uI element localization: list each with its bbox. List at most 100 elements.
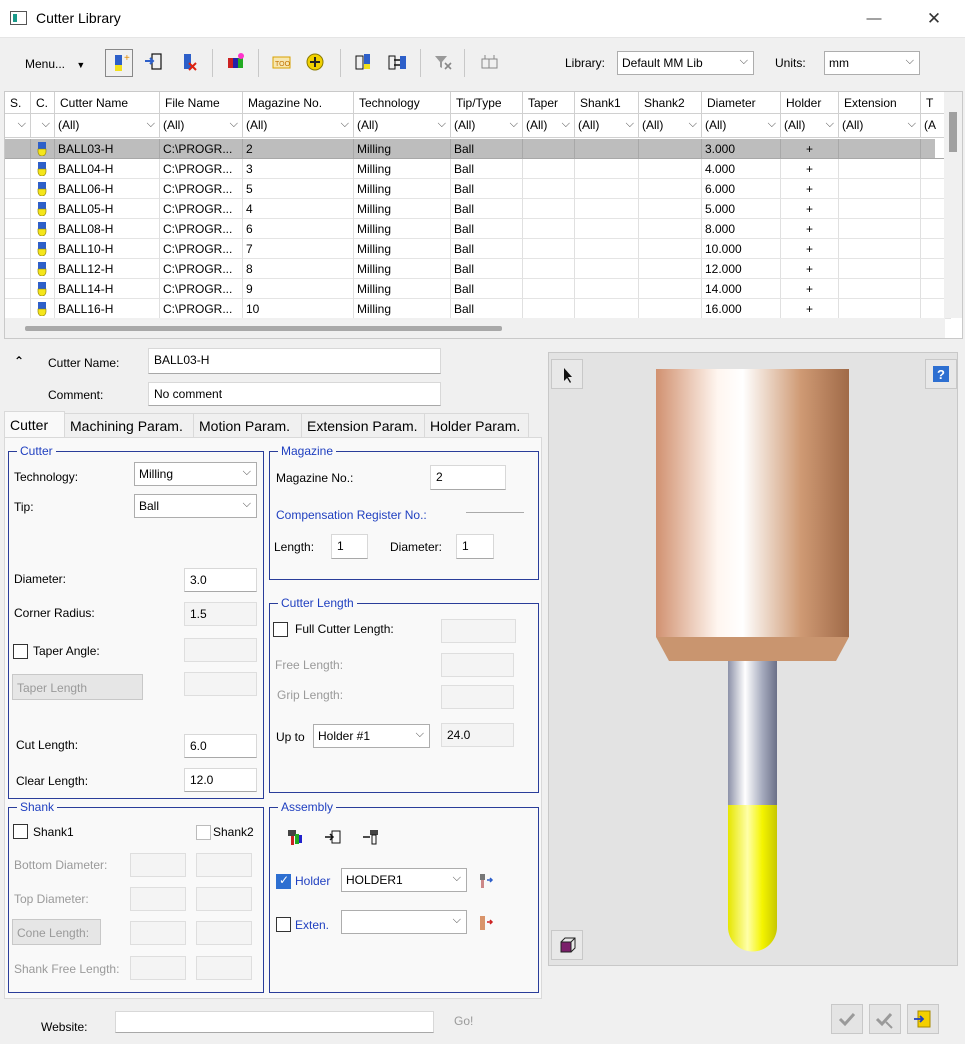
- column-header[interactable]: Magazine No.: [243, 92, 354, 114]
- clear-length-input[interactable]: 12.0: [184, 768, 257, 792]
- assembly-tool-button[interactable]: [284, 826, 306, 848]
- shank-free-length-input-1[interactable]: [130, 956, 186, 980]
- apply-button[interactable]: [869, 1004, 901, 1034]
- free-length-input[interactable]: [441, 653, 514, 677]
- delete-cutter-button[interactable]: [176, 49, 204, 77]
- tab-cutter[interactable]: Cutter: [4, 411, 65, 437]
- table-row[interactable]: BALL12-H C:\PROGR... 8 Milling Ball 12.000 +: [5, 259, 951, 279]
- column-header[interactable]: Tip/Type: [451, 92, 523, 114]
- column-filter[interactable]: (All) ⌵: [243, 114, 354, 138]
- help-button[interactable]: ?: [925, 359, 957, 389]
- tip-select[interactable]: Ball ⌵: [134, 494, 257, 518]
- cutter-name-input[interactable]: BALL03-H: [148, 348, 441, 374]
- extension-select[interactable]: ⌵: [341, 910, 467, 934]
- column-header[interactable]: S.: [5, 92, 31, 114]
- assembly-export-button[interactable]: [360, 826, 382, 848]
- clear-filter-button[interactable]: [430, 49, 458, 77]
- scroll-thumb[interactable]: [949, 112, 957, 152]
- cone-length-button[interactable]: Cone Length:: [12, 919, 101, 945]
- comp-diameter-input[interactable]: 1: [456, 534, 494, 559]
- tab-machining-param[interactable]: Machining Param.: [65, 413, 194, 437]
- extension-edit-button[interactable]: [476, 913, 494, 933]
- go-button[interactable]: Go!: [454, 1014, 473, 1028]
- taper-length-input[interactable]: [184, 672, 257, 696]
- top-diameter-input-2[interactable]: [196, 887, 252, 911]
- tab-motion-param[interactable]: Motion Param.: [194, 413, 302, 437]
- column-filter[interactable]: (All) ⌵: [55, 114, 160, 138]
- select-pointer-button[interactable]: [551, 359, 583, 389]
- comp-length-input[interactable]: 1: [331, 534, 368, 559]
- vertical-scrollbar[interactable]: [944, 92, 962, 318]
- holder-edit-button[interactable]: [476, 871, 494, 891]
- close-button[interactable]: ✕: [911, 0, 957, 38]
- maximize-button[interactable]: [852, 0, 898, 38]
- tab-extension-param[interactable]: Extension Param.: [302, 413, 425, 437]
- table-row[interactable]: BALL16-H C:\PROGR... 10 Milling Ball 16.000 +: [5, 299, 951, 319]
- table-row[interactable]: BALL08-H C:\PROGR... 6 Milling Ball 8.000 +: [5, 219, 951, 239]
- column-header[interactable]: Taper: [523, 92, 575, 114]
- cutter-preview-viewport[interactable]: [548, 352, 958, 966]
- diameter-input[interactable]: 3.0: [184, 568, 257, 592]
- table-row[interactable]: BALL14-H C:\PROGR... 9 Milling Ball 14.000 +: [5, 279, 951, 299]
- cone-length-input-1[interactable]: [130, 921, 186, 945]
- cut-length-input[interactable]: 6.0: [184, 734, 257, 758]
- table-row[interactable]: BALL05-H C:\PROGR... 4 Milling Ball 5.000 +: [5, 199, 951, 219]
- extension-checkbox[interactable]: [276, 917, 291, 932]
- bottom-diameter-input-1[interactable]: [130, 853, 186, 877]
- column-filter[interactable]: ⌵: [5, 114, 31, 138]
- copy-cutter-button[interactable]: [350, 49, 378, 77]
- top-diameter-input-1[interactable]: [130, 887, 186, 911]
- table-row[interactable]: BALL03-H C:\PROGR... 2 Milling Ball 3.000 +: [5, 139, 951, 159]
- column-header[interactable]: Cutter Name: [55, 92, 160, 114]
- magazine-no-input[interactable]: 2: [430, 465, 506, 490]
- collapse-icon[interactable]: ⌃: [14, 354, 24, 368]
- swap-cutter-button[interactable]: [384, 49, 412, 77]
- up-to-select[interactable]: Holder #1 ⌵: [313, 724, 430, 748]
- bottom-diameter-input-2[interactable]: [196, 853, 252, 877]
- column-header[interactable]: File Name: [160, 92, 243, 114]
- up-to-value-input[interactable]: 24.0: [441, 723, 514, 747]
- column-filter[interactable]: (All) ⌵: [451, 114, 523, 138]
- exit-button[interactable]: [907, 1004, 939, 1034]
- table-row[interactable]: BALL06-H C:\PROGR... 5 Milling Ball 6.000 +: [5, 179, 951, 199]
- full-cutter-length-checkbox[interactable]: [273, 622, 288, 637]
- library-select[interactable]: Default MM Lib ⌵: [617, 51, 754, 75]
- column-header[interactable]: Shank2: [639, 92, 702, 114]
- full-cutter-length-input[interactable]: [441, 619, 516, 643]
- taper-length-button[interactable]: Taper Length: [12, 674, 143, 700]
- column-filter[interactable]: (All) ⌵: [702, 114, 781, 138]
- table-row[interactable]: BALL10-H C:\PROGR... 7 Milling Ball 10.000 +: [5, 239, 951, 259]
- table-row[interactable]: BALL04-H C:\PROGR... 3 Milling Ball 4.000 +: [5, 159, 951, 179]
- technology-select[interactable]: Milling ⌵: [134, 462, 257, 486]
- assembly-import-button[interactable]: [322, 826, 344, 848]
- machine-button[interactable]: [476, 49, 504, 77]
- column-filter[interactable]: ⌵: [31, 114, 55, 138]
- column-filter[interactable]: (All) ⌵: [160, 114, 243, 138]
- column-filter[interactable]: (All) ⌵: [639, 114, 702, 138]
- ok-button[interactable]: [831, 1004, 863, 1034]
- taper-angle-input[interactable]: [184, 638, 257, 662]
- menu-button[interactable]: Menu... ▼: [25, 57, 85, 71]
- new-cutter-button[interactable]: +: [105, 49, 133, 77]
- column-filter[interactable]: (All) ⌵: [839, 114, 921, 138]
- column-header[interactable]: Extension: [839, 92, 921, 114]
- column-header[interactable]: Holder: [781, 92, 839, 114]
- column-header[interactable]: Technology: [354, 92, 451, 114]
- shank2-checkbox[interactable]: [196, 825, 211, 840]
- column-header[interactable]: C.: [31, 92, 55, 114]
- column-header[interactable]: Shank1: [575, 92, 639, 114]
- corner-radius-input[interactable]: 1.5: [184, 602, 257, 626]
- units-select[interactable]: mm ⌵: [824, 51, 920, 75]
- taper-angle-checkbox[interactable]: [13, 644, 28, 659]
- column-filter[interactable]: (All) ⌵: [575, 114, 639, 138]
- holder-checkbox[interactable]: [276, 873, 291, 889]
- column-filter[interactable]: (All) ⌵: [781, 114, 839, 138]
- view-3d-button[interactable]: [551, 930, 583, 960]
- shank-free-length-input-2[interactable]: [196, 956, 252, 980]
- comment-input[interactable]: No comment: [148, 382, 441, 406]
- tool-list-button[interactable]: TOO: [268, 49, 296, 77]
- horizontal-scrollbar[interactable]: [5, 318, 945, 338]
- import-button[interactable]: [141, 49, 169, 77]
- column-filter[interactable]: (All) ⌵: [523, 114, 575, 138]
- cone-length-input-2[interactable]: [196, 921, 252, 945]
